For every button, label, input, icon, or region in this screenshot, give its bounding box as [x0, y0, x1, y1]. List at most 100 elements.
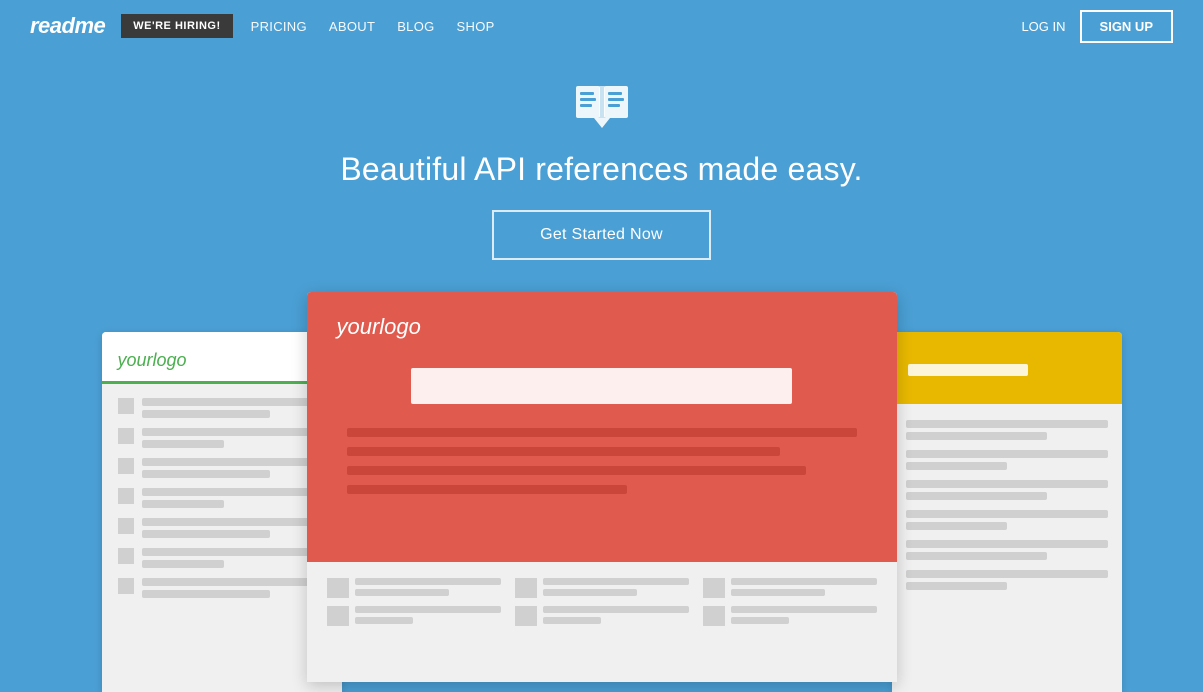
mock-line — [355, 606, 501, 613]
mock-icon — [327, 578, 349, 598]
mock-line — [906, 510, 1108, 518]
mock-line — [906, 420, 1108, 428]
list-item — [906, 420, 1108, 440]
mock-text — [142, 458, 326, 478]
mock-line — [906, 492, 1047, 500]
mock-line — [142, 590, 271, 598]
list-item — [118, 518, 326, 538]
mock-line — [142, 428, 326, 436]
card-right — [892, 332, 1122, 692]
mock-text — [142, 398, 326, 418]
mock-icon — [118, 428, 134, 444]
card-right-header — [892, 332, 1122, 404]
site-logo: readme — [30, 13, 105, 39]
card-center: yourlogo — [307, 292, 897, 682]
mock-text — [731, 578, 877, 596]
mock-line — [347, 447, 781, 456]
mock-text — [142, 428, 326, 448]
nav-blog[interactable]: BLOG — [397, 19, 434, 34]
mock-line — [142, 518, 326, 526]
mock-line — [731, 617, 789, 624]
mock-line — [142, 488, 326, 496]
mock-line — [543, 578, 689, 585]
mock-line — [355, 617, 413, 624]
mock-line — [543, 606, 689, 613]
mock-text — [731, 606, 877, 624]
list-item — [118, 428, 326, 448]
mock-line — [142, 398, 326, 406]
mock-line — [543, 617, 601, 624]
mock-icon — [515, 578, 537, 598]
mock-line — [142, 548, 326, 556]
get-started-button[interactable]: Get Started Now — [492, 210, 711, 260]
card-right-body — [892, 404, 1122, 606]
list-item — [703, 578, 877, 598]
login-link[interactable]: LOG IN — [1021, 19, 1065, 34]
mock-line — [906, 450, 1108, 458]
mock-line — [142, 440, 225, 448]
list-item — [906, 540, 1108, 560]
mock-line — [906, 432, 1047, 440]
hero-title: Beautiful API references made easy. — [340, 151, 862, 188]
list-item — [906, 510, 1108, 530]
center-col-2 — [515, 578, 689, 666]
mock-icon — [327, 606, 349, 626]
right-header-bar — [908, 364, 1028, 376]
nav-links: PRICING ABOUT BLOG SHOP — [251, 19, 1022, 34]
mock-line — [906, 540, 1108, 548]
mock-line — [906, 570, 1108, 578]
mock-text — [355, 606, 501, 624]
list-item — [118, 548, 326, 568]
list-item — [906, 570, 1108, 590]
mock-line — [731, 606, 877, 613]
list-item — [703, 606, 877, 626]
mock-icon — [703, 606, 725, 626]
list-item — [906, 450, 1108, 470]
mock-icon — [703, 578, 725, 598]
list-item — [118, 398, 326, 418]
card-left-body — [102, 384, 342, 612]
hero-section: Beautiful API references made easy. Get … — [0, 52, 1203, 292]
list-item — [118, 578, 326, 598]
list-item — [906, 480, 1108, 500]
mock-line — [347, 466, 806, 475]
center-content — [337, 428, 867, 494]
list-item — [327, 578, 501, 598]
center-search-bar — [411, 368, 793, 404]
list-item — [118, 488, 326, 508]
mock-line — [543, 589, 638, 596]
mock-line — [142, 410, 271, 418]
center-col-3 — [703, 578, 877, 666]
list-item — [327, 606, 501, 626]
card-center-body — [307, 562, 897, 682]
mock-text — [142, 578, 326, 598]
mock-line — [142, 458, 326, 466]
nav-shop[interactable]: SHOP — [457, 19, 495, 34]
mock-line — [906, 552, 1047, 560]
mock-text — [142, 548, 326, 568]
card-left: yourlogo — [102, 332, 342, 692]
mock-icon — [118, 578, 134, 594]
mock-line — [906, 582, 1007, 590]
mockup-wrapper: yourlogo — [202, 292, 1002, 672]
nav-right: LOG IN SIGN UP — [1021, 10, 1173, 43]
mock-icon — [118, 398, 134, 414]
list-item — [118, 458, 326, 478]
mock-line — [906, 480, 1108, 488]
signup-button[interactable]: SIGN UP — [1080, 10, 1173, 43]
mock-line — [142, 578, 326, 586]
mock-line — [142, 560, 225, 568]
mock-text — [142, 488, 326, 508]
mock-icon — [515, 606, 537, 626]
mock-icon — [118, 488, 134, 504]
nav-pricing[interactable]: PRICING — [251, 19, 307, 34]
mock-line — [142, 500, 225, 508]
mock-line — [731, 589, 826, 596]
hiring-button[interactable]: WE'RE HIRING! — [121, 14, 232, 38]
card-center-header: yourlogo — [307, 292, 897, 562]
mock-icon — [118, 548, 134, 564]
mock-line — [906, 462, 1007, 470]
mock-icon — [118, 518, 134, 534]
nav-about[interactable]: ABOUT — [329, 19, 375, 34]
center-logo: yourlogo — [337, 314, 867, 340]
